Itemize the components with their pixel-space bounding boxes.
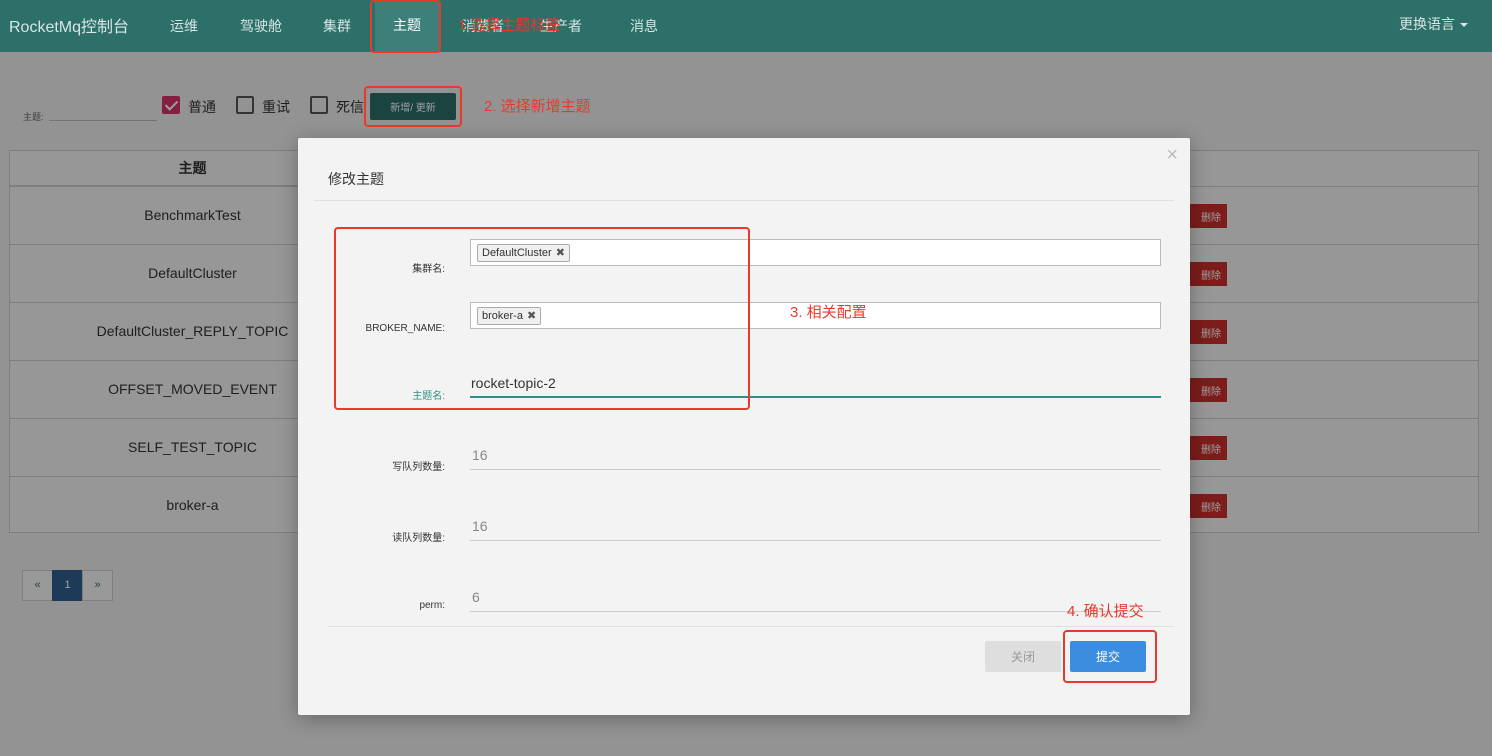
top-navbar: RocketMq控制台 运维 驾驶舱 集群 主题 消费者 生产者 消息 更换语言 [0, 0, 1492, 52]
perm-label: perm: [419, 600, 445, 611]
nav-item-ops[interactable]: 运维 [170, 16, 198, 36]
language-label: 更换语言 [1399, 16, 1455, 32]
write-queue-label: 写队列数量: [392, 462, 445, 473]
close-icon[interactable]: × [1166, 144, 1178, 167]
annotation-step3: 3. 相关配置 [790, 304, 867, 321]
modal-title: 修改主题 [328, 171, 384, 187]
language-switcher[interactable]: 更换语言 [1399, 14, 1468, 34]
caret-down-icon [1460, 23, 1468, 28]
annotation-step2: 2. 选择新增主题 [484, 98, 591, 115]
write-queue-input[interactable]: 16 [470, 440, 1161, 470]
annotation-box-step3 [334, 227, 750, 410]
annotation-box-step2 [364, 86, 462, 127]
annotation-box-step1 [370, 0, 441, 53]
perm-input[interactable]: 6 [470, 582, 1161, 612]
close-button[interactable]: 关闭 [985, 641, 1061, 672]
nav-item-cluster[interactable]: 集群 [323, 16, 351, 36]
modal-header-divider [314, 200, 1174, 201]
read-queue-label: 读队列数量: [392, 533, 445, 544]
annotation-step4: 4. 确认提交 [1067, 603, 1144, 620]
annotation-box-step4 [1063, 630, 1157, 683]
edit-topic-modal: 修改主题 × 集群名: DefaultCluster ✖ BROKER_NAME:… [298, 138, 1190, 715]
modal-footer-divider [328, 626, 1174, 627]
nav-item-message[interactable]: 消息 [630, 16, 658, 36]
nav-item-dashboard[interactable]: 驾驶舱 [240, 16, 282, 36]
brand-title[interactable]: RocketMq控制台 [9, 13, 129, 37]
annotation-step1: 1.选择主题标签 [458, 17, 561, 34]
read-queue-input[interactable]: 16 [470, 511, 1161, 541]
